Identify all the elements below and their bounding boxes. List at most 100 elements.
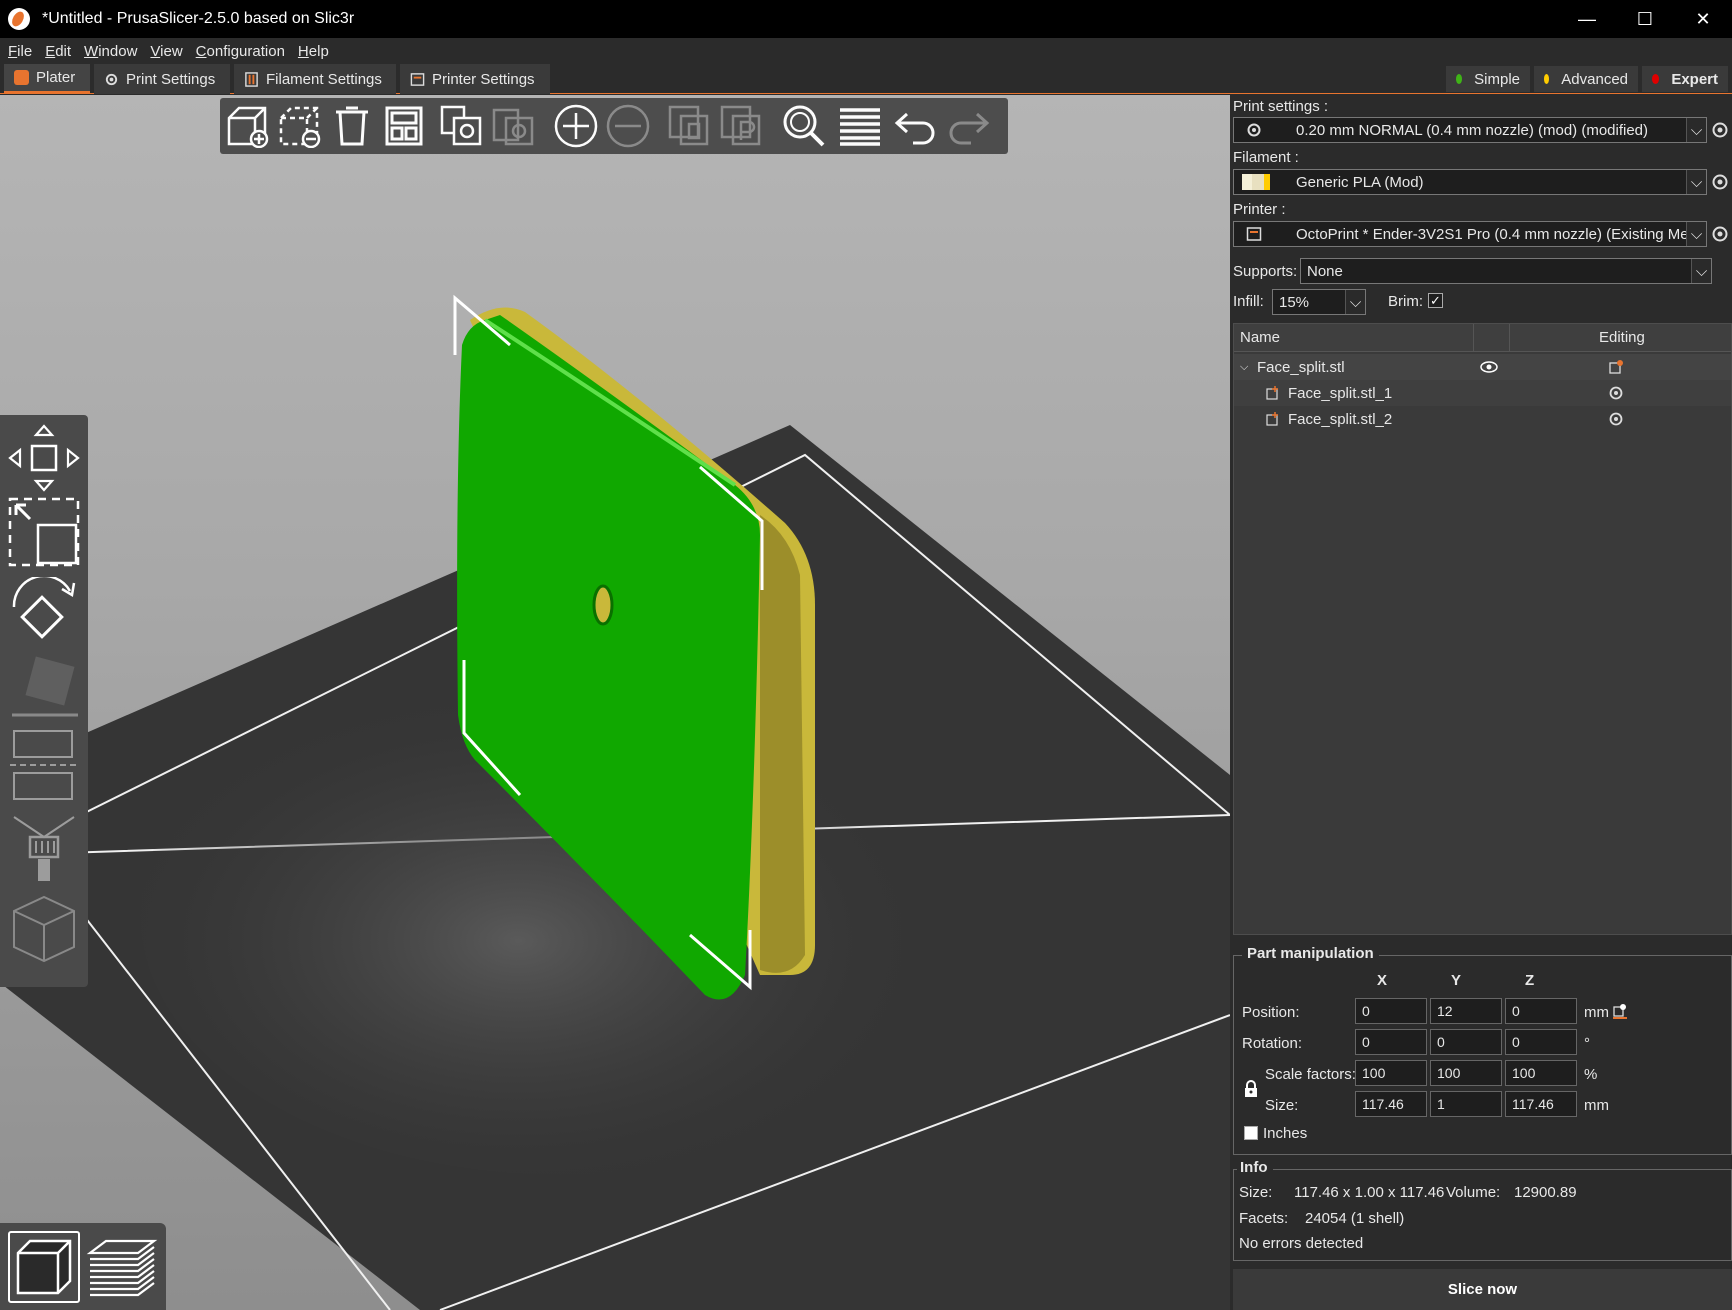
mode-advanced-button[interactable]: Advanced [1534, 66, 1638, 92]
column-editing-header[interactable]: Editing [1599, 329, 1645, 346]
print-settings-edit-icon[interactable] [1710, 120, 1730, 140]
tab-print-settings-label: Print Settings [126, 70, 216, 88]
axis-x-header: X [1377, 972, 1388, 989]
size-z-input[interactable]: 117.46 [1505, 1091, 1577, 1117]
print-settings-combo[interactable]: 0.20 mm NORMAL (0.4 mm nozzle) (mod) (mo… [1233, 117, 1707, 143]
advanced-dot-icon [1544, 74, 1550, 84]
paint-supports-button[interactable] [8, 813, 80, 885]
scale-z-input[interactable]: 100 [1505, 1060, 1577, 1086]
slice-now-button[interactable]: Slice now [1233, 1269, 1732, 1310]
info-size-label: Size: [1239, 1184, 1273, 1201]
position-z-input[interactable]: 0 [1505, 998, 1577, 1024]
chevron-down-icon[interactable]: ⌵ [1686, 170, 1706, 194]
preview-button[interactable] [86, 1231, 158, 1303]
rotation-z-input[interactable]: 0 [1505, 1029, 1577, 1055]
3d-view-button[interactable] [8, 1231, 80, 1303]
rotation-y-input[interactable]: 0 [1430, 1029, 1502, 1055]
scale-y-input[interactable]: 100 [1430, 1060, 1502, 1086]
menu-view[interactable]: View [150, 43, 182, 60]
minimize-button[interactable]: — [1558, 0, 1616, 38]
position-x-input[interactable]: 0 [1355, 998, 1427, 1024]
supports-combo[interactable]: None ⌵ [1300, 258, 1712, 284]
layers-editing-button[interactable] [836, 103, 884, 149]
menu-window[interactable]: Window [84, 43, 137, 60]
edit-part-icon[interactable] [1608, 359, 1624, 375]
part-name: Face_split.stl_2 [1288, 410, 1393, 428]
menu-help[interactable]: Help [298, 43, 329, 60]
delete-object-button[interactable] [276, 103, 324, 149]
mode-simple-button[interactable]: Simple [1446, 66, 1530, 92]
list-item[interactable]: Face_split.stl_2 [1234, 406, 1731, 432]
copy-button[interactable] [438, 103, 486, 149]
filament-edit-icon[interactable] [1710, 172, 1730, 192]
mode-expert-label: Expert [1671, 70, 1718, 88]
move-icon [8, 424, 80, 492]
infill-combo[interactable]: 15% ⌵ [1272, 289, 1366, 315]
move-tool-button[interactable] [8, 423, 80, 493]
split-parts-button[interactable] [718, 103, 766, 149]
menu-edit[interactable]: Edit [45, 43, 71, 60]
plater-icon [14, 70, 29, 85]
chevron-down-icon[interactable]: ⌵ [1240, 361, 1248, 374]
lock-icon[interactable] [1244, 1080, 1258, 1098]
chevron-down-icon[interactable]: ⌵ [1686, 118, 1706, 142]
brim-checkbox[interactable]: ✓ [1428, 293, 1443, 308]
cut-tool-button[interactable] [8, 727, 80, 807]
column-name-header[interactable]: Name [1240, 329, 1280, 346]
maximize-button[interactable]: ☐ [1616, 0, 1674, 38]
filament-combo[interactable]: Generic PLA (Mod) ⌵ [1233, 169, 1707, 195]
place-on-face-button[interactable] [8, 655, 80, 721]
printer-combo[interactable]: OctoPrint * Ender-3V2S1 Pro (0.4 mm nozz… [1233, 221, 1707, 247]
info-facets-value: 24054 (1 shell) [1305, 1210, 1405, 1227]
split-objects-button[interactable] [666, 103, 714, 149]
scale-tool-button[interactable] [8, 497, 80, 567]
search-button[interactable] [780, 103, 828, 149]
rotate-tool-button[interactable] [8, 574, 80, 647]
inches-checkbox[interactable] [1244, 1126, 1258, 1140]
gear-icon[interactable] [1608, 411, 1624, 427]
chevron-down-icon[interactable]: ⌵ [1686, 222, 1706, 246]
remove-instance-button[interactable] [604, 103, 652, 149]
rotation-label: Rotation: [1242, 1035, 1303, 1052]
chevron-down-icon[interactable]: ⌵ [1691, 259, 1711, 283]
place-on-face-icon [12, 656, 78, 717]
position-y-input[interactable]: 12 [1430, 998, 1502, 1024]
close-button[interactable]: ✕ [1674, 0, 1732, 38]
delete-all-button[interactable] [328, 103, 376, 149]
3d-viewport[interactable] [0, 95, 1230, 1310]
undo-icon [894, 112, 935, 145]
info-facets-label: Facets: [1239, 1210, 1289, 1227]
add-cube-icon [227, 106, 269, 148]
list-item[interactable]: ⌵ Face_split.stl [1234, 354, 1731, 380]
mode-expert-button[interactable]: Expert [1642, 66, 1728, 92]
drop-to-bed-icon[interactable] [1612, 1003, 1628, 1019]
variable-layer-height-button[interactable] [8, 893, 80, 963]
tab-plater[interactable]: Plater [4, 64, 90, 94]
rotation-x-input[interactable]: 0 [1355, 1029, 1427, 1055]
chevron-down-icon[interactable]: ⌵ [1345, 290, 1365, 314]
arrange-button[interactable] [380, 103, 428, 149]
redo-button[interactable] [944, 103, 992, 149]
undo-button[interactable] [892, 103, 940, 149]
3d-scene[interactable] [0, 95, 1230, 1310]
add-instance-button[interactable] [552, 103, 600, 149]
paste-button[interactable] [490, 103, 538, 149]
tab-plater-label: Plater [36, 69, 76, 86]
info-status: No errors detected [1239, 1235, 1364, 1252]
eye-icon[interactable] [1480, 361, 1498, 373]
tab-filament-settings[interactable]: Filament Settings [234, 64, 396, 94]
tab-printer-settings[interactable]: Printer Settings [400, 64, 550, 94]
scale-x-input[interactable]: 100 [1355, 1060, 1427, 1086]
menu-file[interactable]: File [8, 43, 32, 60]
add-object-button[interactable] [224, 103, 272, 149]
infill-label: Infill: [1233, 293, 1264, 310]
menu-configuration[interactable]: Configuration [196, 43, 285, 60]
size-x-input[interactable]: 117.46 [1355, 1091, 1427, 1117]
tab-print-settings[interactable]: Print Settings [94, 64, 230, 94]
trash-icon [336, 106, 368, 146]
minus-circle-icon [606, 104, 650, 148]
size-y-input[interactable]: 1 [1430, 1091, 1502, 1117]
printer-edit-icon[interactable] [1710, 224, 1730, 244]
list-item[interactable]: Face_split.stl_1 [1234, 380, 1731, 406]
gear-icon[interactable] [1608, 385, 1624, 401]
